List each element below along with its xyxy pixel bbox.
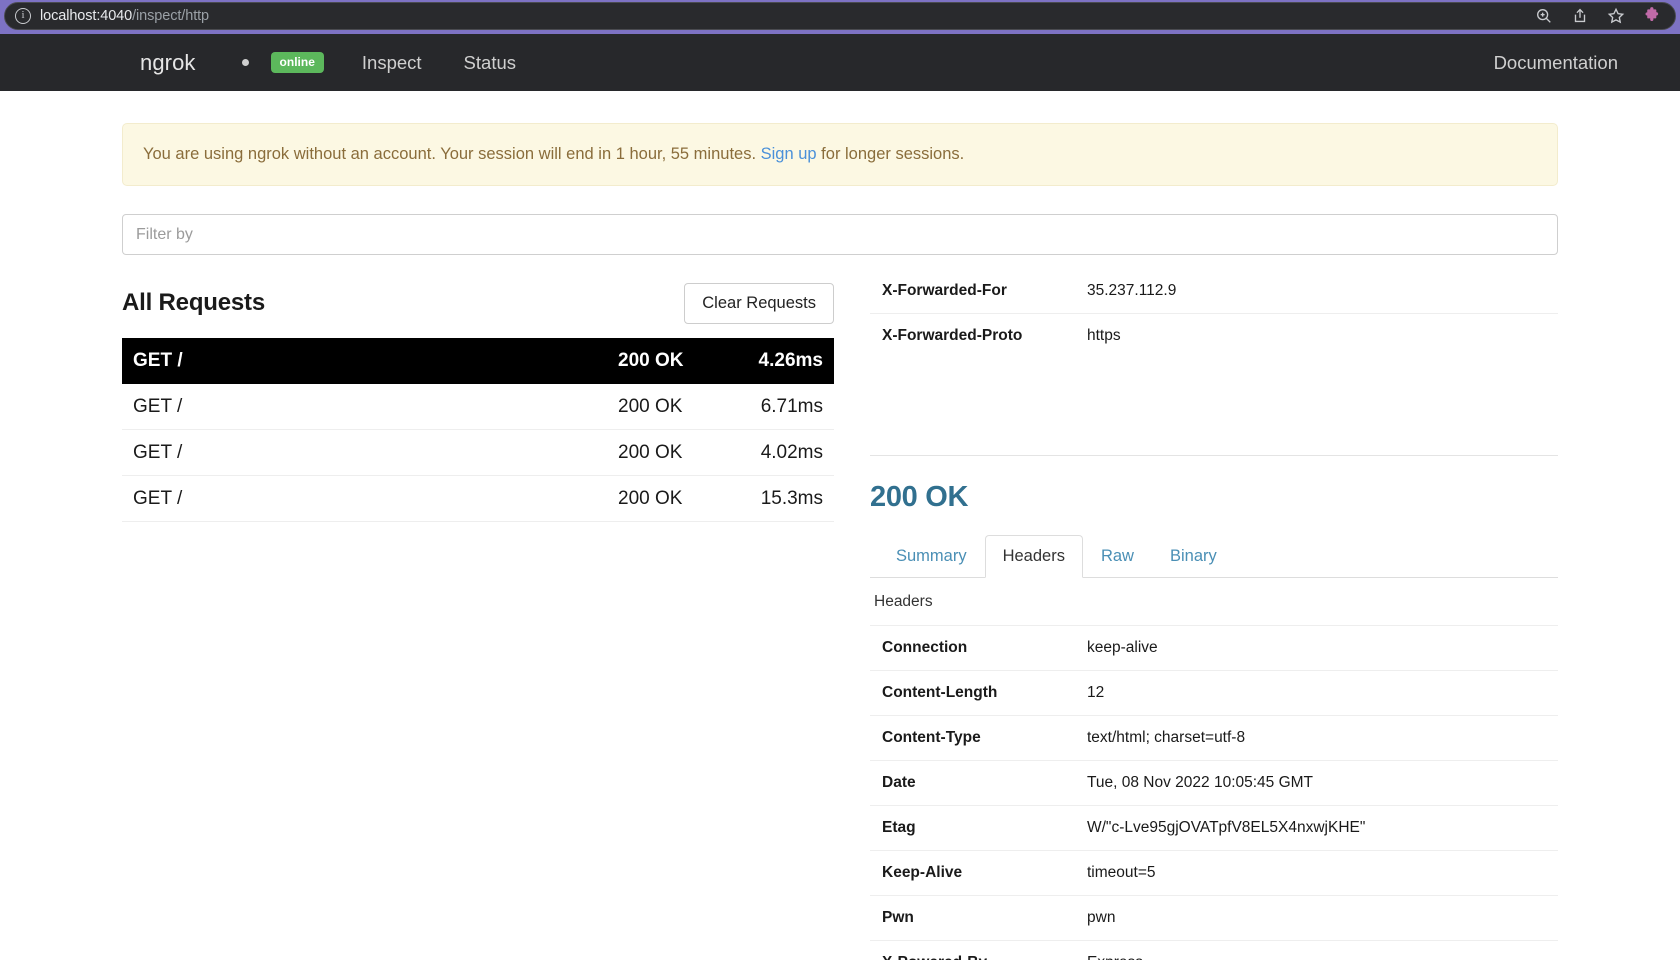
status-badge: online: [270, 52, 324, 73]
table-row: X-Forwarded-For 35.237.112.9: [870, 269, 1558, 314]
header-value: Tue, 08 Nov 2022 10:05:45 GMT: [1087, 774, 1314, 791]
table-row[interactable]: GET / 200 OK 4.26ms: [122, 338, 834, 384]
request-method-path: GET /: [133, 487, 183, 509]
site-info-icon[interactable]: i: [15, 8, 31, 24]
table-row: Keep-Alive timeout=5: [870, 850, 1558, 896]
request-duration: 6.71ms: [760, 395, 823, 417]
clear-requests-button[interactable]: Clear Requests: [684, 282, 834, 324]
status-dot-icon: [241, 59, 249, 66]
extensions-puzzle-icon[interactable]: [1643, 7, 1661, 25]
address-bar-actions: [1535, 7, 1665, 25]
nav-left-group: ngrok online Inspect Status: [0, 50, 558, 76]
request-method-path: GET /: [133, 441, 183, 463]
nav-link-documentation[interactable]: Documentation: [1494, 52, 1618, 73]
table-row: Date Tue, 08 Nov 2022 10:05:45 GMT: [870, 760, 1558, 806]
address-bar-url: localhost:4040/inspect/http: [40, 8, 209, 24]
table-row: Content-Type text/html; charset=utf-8: [870, 715, 1558, 761]
table-row: Etag W/"c-Lve95gjOVATpfV8EL5X4nxwjKHE": [870, 805, 1558, 851]
tab-summary[interactable]: Summary: [878, 535, 985, 578]
nav-right-group: Documentation: [1494, 52, 1618, 74]
header-name: X-Forwarded-For: [882, 282, 1007, 299]
header-value: https: [1087, 327, 1121, 344]
header-name: X-Forwarded-Proto: [882, 327, 1023, 344]
request-duration: 15.3ms: [760, 487, 823, 509]
headers-section-label: Headers: [874, 593, 933, 610]
response-status-heading: 200 OK: [870, 481, 969, 513]
banner-text-before: You are using ngrok without an account. …: [143, 145, 761, 163]
header-name: Date: [882, 774, 916, 791]
header-value: W/"c-Lve95gjOVATpfV8EL5X4nxwjKHE": [1087, 819, 1366, 836]
request-headers-table: X-Forwarded-For 35.237.112.9 X-Forwarded…: [870, 269, 1558, 358]
address-bar[interactable]: i localhost:4040/inspect/http: [4, 2, 1676, 30]
table-row: Pwn pwn: [870, 895, 1558, 941]
page-container: You are using ngrok without an account. …: [0, 123, 1680, 960]
tab-raw[interactable]: Raw: [1083, 535, 1152, 578]
header-value: pwn: [1087, 909, 1116, 926]
filter-input[interactable]: [122, 214, 1558, 255]
header-value: keep-alive: [1087, 639, 1158, 656]
url-host: localhost:4040: [40, 8, 133, 24]
request-list: GET / 200 OK 4.26ms GET / 200 OK 6.71ms …: [122, 338, 834, 522]
session-warning-banner: You are using ngrok without an account. …: [122, 123, 1558, 186]
response-tabs: Summary Headers Raw Binary: [870, 535, 1558, 578]
ngrok-logo[interactable]: ngrok: [140, 50, 196, 76]
header-value: 12: [1087, 684, 1105, 701]
banner-text-after: for longer sessions.: [816, 145, 965, 163]
tab-headers[interactable]: Headers: [984, 535, 1083, 578]
table-row: Content-Length 12: [870, 670, 1558, 716]
nav-link-status[interactable]: Status: [464, 52, 516, 74]
table-row[interactable]: GET / 200 OK 4.02ms: [122, 430, 834, 476]
sign-up-link[interactable]: Sign up: [761, 145, 817, 163]
header-name: Content-Type: [882, 729, 981, 746]
header-name: Content-Length: [882, 684, 998, 701]
zoom-icon[interactable]: [1535, 7, 1553, 25]
header-name: Pwn: [882, 909, 914, 926]
table-row[interactable]: GET / 200 OK 15.3ms: [122, 476, 834, 522]
request-method-path: GET /: [133, 395, 183, 417]
bookmark-star-icon[interactable]: [1607, 7, 1625, 25]
top-navigation-bar: ngrok online Inspect Status Documentatio…: [0, 34, 1680, 91]
section-divider: [870, 455, 1558, 456]
header-name: X-Powered-By: [870, 941, 1075, 960]
header-name: Keep-Alive: [882, 864, 963, 881]
tab-binary[interactable]: Binary: [1152, 535, 1235, 578]
url-path: /inspect/http: [132, 8, 210, 24]
response-section: 200 OK Summary Headers Raw Binary Header…: [870, 455, 1558, 960]
request-status: 200 OK: [618, 441, 683, 463]
header-value: 35.237.112.9: [1087, 282, 1177, 299]
table-row: X-Powered-By Express: [870, 940, 1558, 960]
request-status: 200 OK: [618, 395, 683, 417]
response-headers-table: Connection keep-alive Content-Length 12 …: [870, 625, 1558, 960]
header-name: Connection: [882, 639, 968, 656]
share-icon[interactable]: [1571, 7, 1589, 25]
header-name: Etag: [882, 819, 916, 836]
requests-header-row: All Requests Clear Requests: [122, 281, 834, 325]
request-status: 200 OK: [618, 349, 684, 371]
table-row[interactable]: GET / 200 OK 6.71ms: [122, 384, 834, 430]
request-method-path: GET /: [133, 349, 183, 371]
browser-chrome: i localhost:4040/inspect/http: [0, 0, 1680, 34]
header-value: timeout=5: [1087, 864, 1156, 881]
column-gap: [834, 255, 870, 960]
requests-panel: All Requests Clear Requests GET / 200 OK…: [122, 255, 834, 960]
header-value: text/html; charset=utf-8: [1087, 729, 1246, 746]
request-duration: 4.02ms: [760, 441, 823, 463]
table-row: Connection keep-alive: [870, 625, 1558, 671]
header-value: Express: [1075, 941, 1558, 960]
request-status: 200 OK: [618, 487, 683, 509]
content-columns: All Requests Clear Requests GET / 200 OK…: [122, 255, 1558, 960]
page-title: All Requests: [122, 289, 265, 316]
request-detail-panel: X-Forwarded-For 35.237.112.9 X-Forwarded…: [870, 255, 1558, 960]
table-row: X-Forwarded-Proto https: [870, 313, 1558, 359]
request-duration: 4.26ms: [758, 349, 823, 371]
nav-link-inspect[interactable]: Inspect: [362, 52, 422, 74]
